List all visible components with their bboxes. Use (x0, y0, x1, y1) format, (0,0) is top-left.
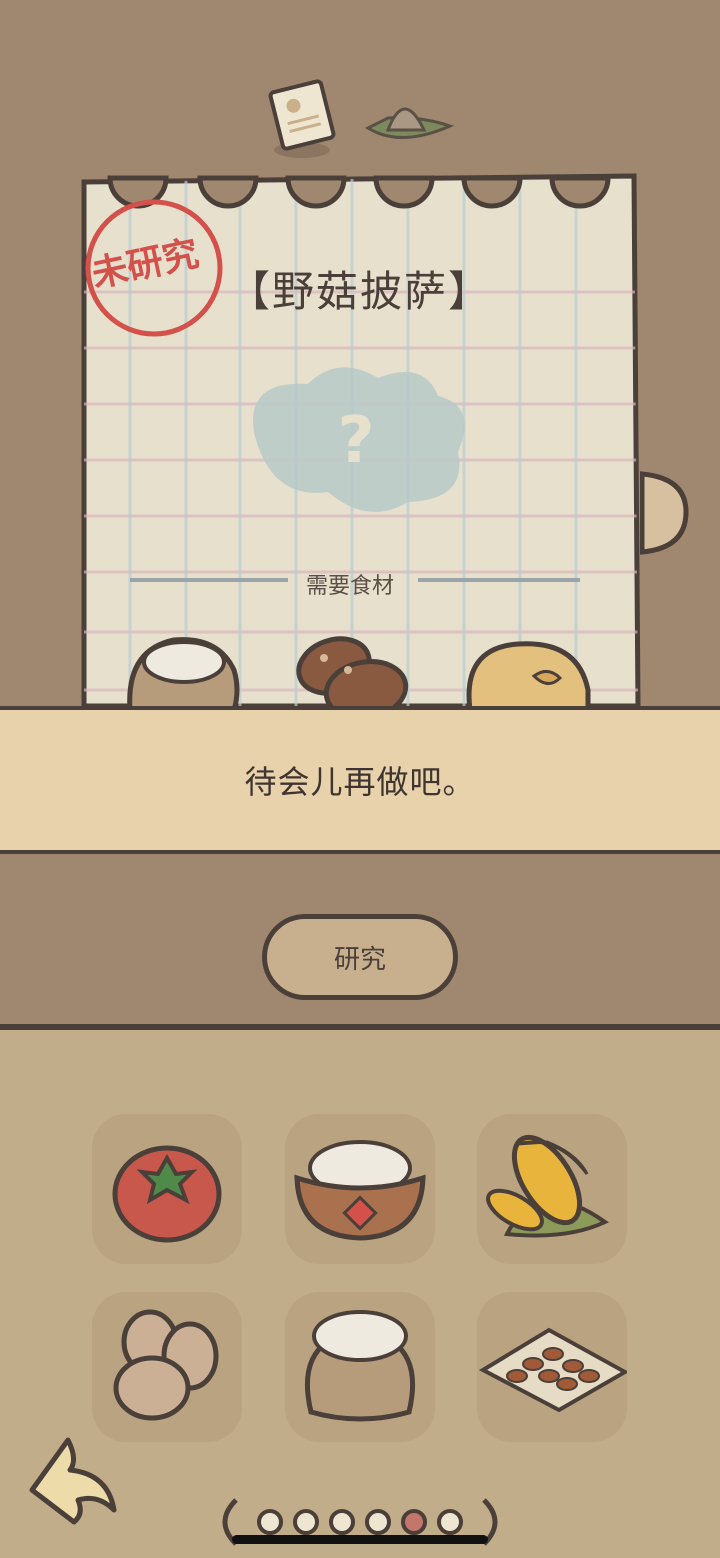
message-text: 待会儿再做吧。 (244, 763, 476, 801)
research-button[interactable]: 研究 (262, 914, 458, 1000)
inventory-slot-tomato[interactable] (92, 1114, 242, 1264)
inventory-slot-eggs[interactable] (92, 1292, 242, 1442)
inventory-slot-beans[interactable] (477, 1292, 627, 1442)
onigiri-icon[interactable] (364, 107, 455, 139)
page-dot-3[interactable] (329, 1509, 355, 1535)
back-arrow-icon[interactable] (22, 1430, 122, 1525)
flour-sack-icon (304, 1310, 416, 1422)
tomato-icon (112, 1145, 222, 1243)
corn-icon (486, 1134, 609, 1238)
rice-bowl-icon (294, 1140, 426, 1241)
eggs-icon (113, 1309, 219, 1421)
next-page-tab[interactable] (640, 468, 690, 558)
beans-icon (478, 1327, 627, 1413)
page-dot-2[interactable] (293, 1509, 319, 1535)
stamp-text: 未研究 (88, 233, 202, 296)
needed-ingredients-label: 需要食材 (305, 574, 394, 599)
top-icons (268, 79, 455, 158)
inventory-slot-corn[interactable] (477, 1114, 627, 1264)
page-dot-1[interactable] (257, 1509, 283, 1535)
home-indicator (232, 1535, 488, 1544)
page-dot-6[interactable] (437, 1509, 463, 1535)
page-dot-5[interactable] (401, 1509, 427, 1535)
needed-ingredient-cheese-icon (466, 641, 591, 710)
message-banner[interactable]: 待会儿再做吧。 (0, 706, 720, 854)
unknown-mark: ? (337, 404, 374, 478)
page-dot-4[interactable] (365, 1509, 391, 1535)
research-button-label: 研究 (333, 944, 386, 975)
recipe-title: 【野菇披萨】 (227, 267, 492, 316)
recipe-card-icon[interactable] (268, 79, 336, 158)
inventory-slot-flour[interactable] (285, 1292, 435, 1442)
inventory-slot-rice-bowl[interactable] (285, 1114, 435, 1264)
